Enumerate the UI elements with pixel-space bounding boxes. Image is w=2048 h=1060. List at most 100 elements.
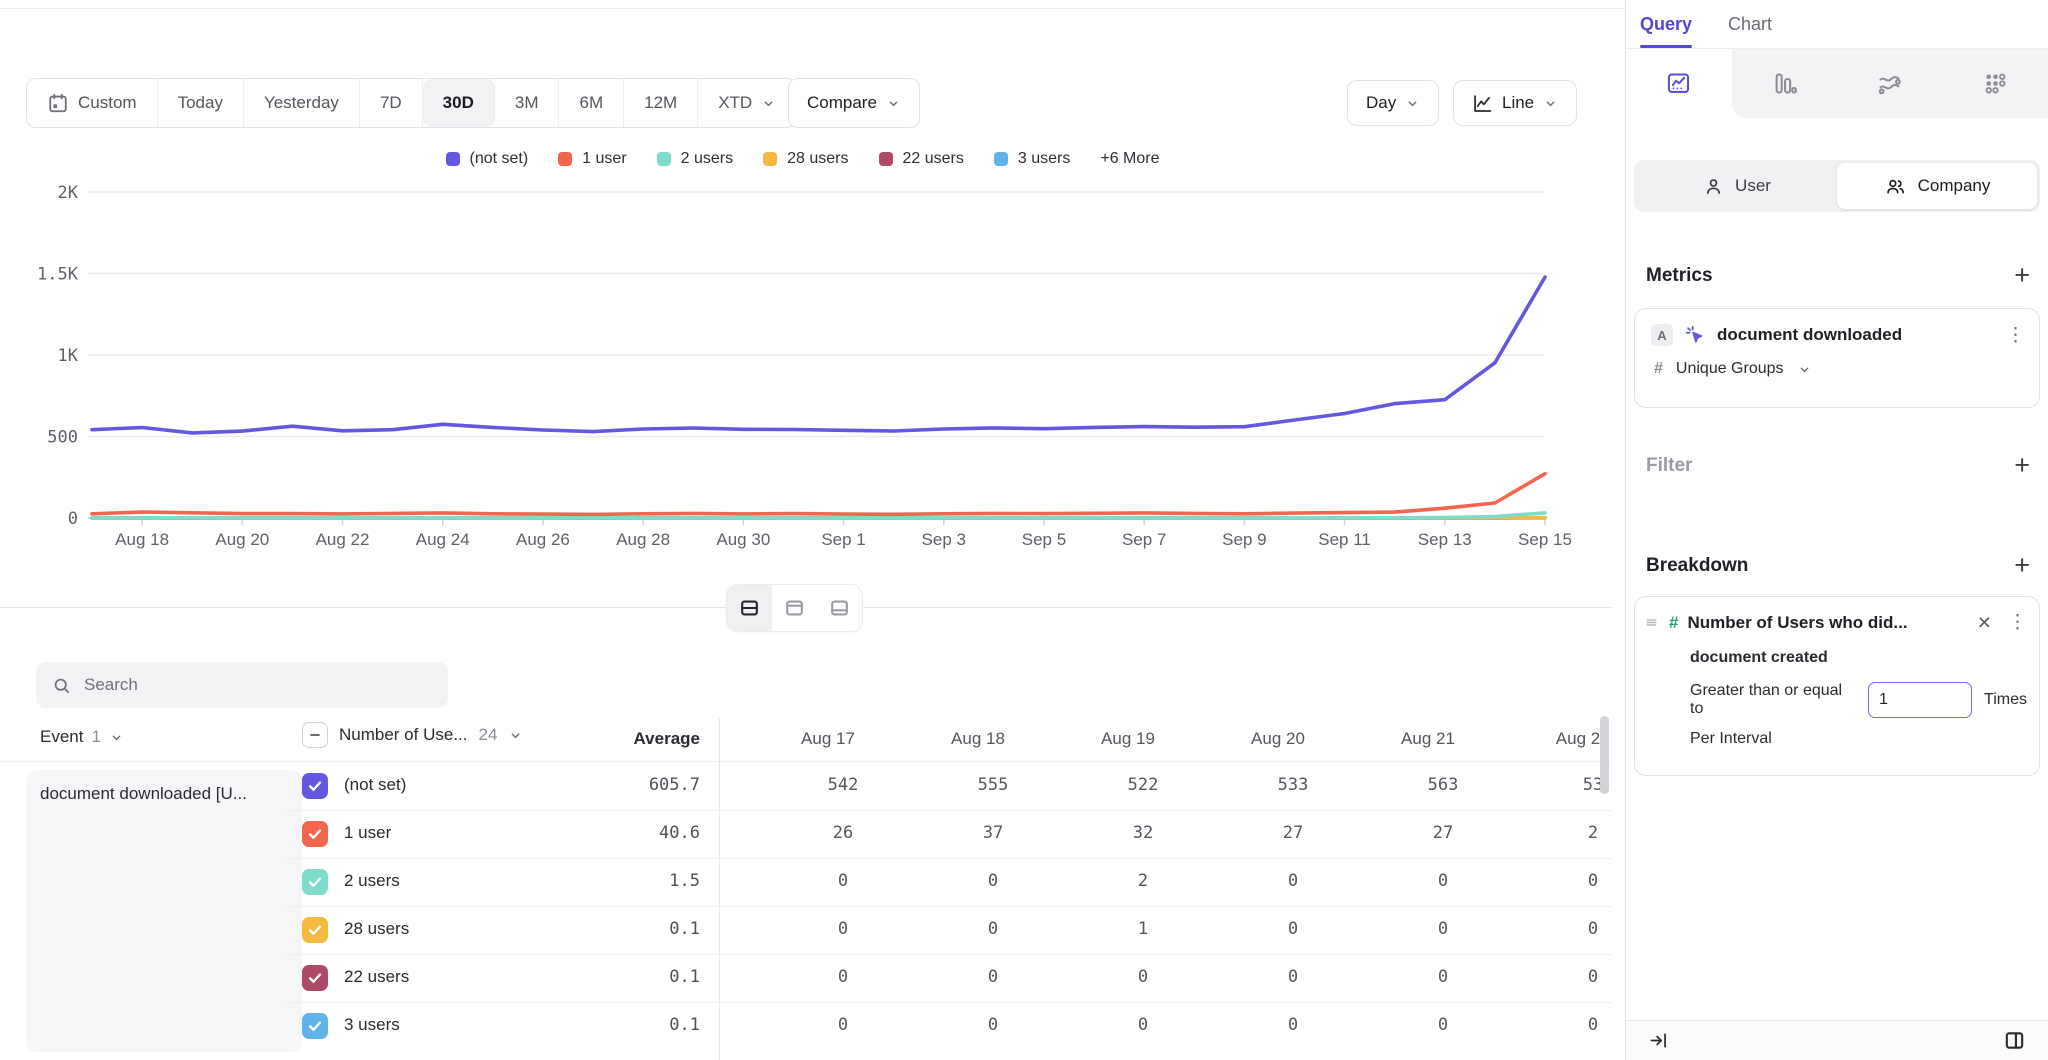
cell-value: 27 bbox=[1218, 823, 1368, 843]
event-column-header[interactable]: Event 1 bbox=[40, 727, 124, 747]
table-row[interactable]: 2 users1.5002000 bbox=[0, 858, 1612, 906]
date-column-header[interactable]: Aug 20 bbox=[1203, 729, 1353, 749]
date-column-header[interactable]: Aug 2 bbox=[1503, 729, 1612, 749]
compare-button[interactable]: Compare bbox=[788, 78, 920, 128]
metric-card[interactable]: A document downloaded ⋮ # Unique Groups bbox=[1634, 308, 2040, 408]
breakdown-condition-row: Greater than or equal to Times bbox=[1643, 682, 2027, 718]
range-button-30d[interactable]: 30D bbox=[423, 79, 495, 127]
company-icon bbox=[1884, 176, 1907, 197]
row-average: 0.1 bbox=[540, 967, 700, 987]
line-chart[interactable]: 2K1.5K1K5000Aug 18Aug 20Aug 22Aug 24Aug … bbox=[30, 183, 1575, 555]
range-button-6m[interactable]: 6M bbox=[559, 79, 624, 127]
breakdown-heading: Breakdown bbox=[1646, 555, 1748, 577]
row-checkbox[interactable] bbox=[302, 821, 328, 847]
range-button-today[interactable]: Today bbox=[158, 79, 244, 127]
range-button-yesterday[interactable]: Yesterday bbox=[244, 79, 360, 127]
legend-item[interactable]: 2 users bbox=[657, 150, 733, 168]
add-breakdown-button[interactable]: + bbox=[2014, 552, 2030, 579]
row-checkbox[interactable] bbox=[302, 869, 328, 895]
view-toggle-group bbox=[726, 584, 863, 632]
measure-dropdown[interactable]: # Unique Groups bbox=[1651, 360, 2025, 378]
cell-value: 0 bbox=[918, 967, 1068, 987]
select-all-checkbox[interactable] bbox=[302, 722, 328, 748]
cell-value: 53 bbox=[1518, 775, 1612, 795]
scatter-chart-tab[interactable] bbox=[1943, 49, 2048, 118]
metric-more-button[interactable]: ⋮ bbox=[2006, 326, 2025, 345]
user-icon bbox=[1703, 176, 1724, 197]
breakdown-title: Number of Users who did... bbox=[1687, 613, 1968, 633]
row-checkbox[interactable] bbox=[302, 773, 328, 799]
date-column-header[interactable]: Aug 19 bbox=[1053, 729, 1203, 749]
split-view-button[interactable] bbox=[727, 585, 772, 631]
date-column-header[interactable]: Aug 21 bbox=[1353, 729, 1503, 749]
range-button-12m[interactable]: 12M bbox=[624, 79, 698, 127]
panel-tab-query[interactable]: Query bbox=[1640, 0, 1692, 48]
scope-user[interactable]: User bbox=[1637, 163, 1837, 209]
legend-label: 2 users bbox=[681, 150, 733, 168]
legend-item[interactable]: 3 users bbox=[994, 150, 1070, 168]
range-label: Custom bbox=[78, 93, 137, 113]
chart-only-view-button[interactable] bbox=[772, 585, 817, 631]
event-click-icon bbox=[1684, 324, 1706, 346]
search-input[interactable] bbox=[84, 675, 414, 695]
cell-value: 32 bbox=[1068, 823, 1218, 843]
scope-company[interactable]: Company bbox=[1837, 163, 2037, 209]
add-metric-button[interactable]: + bbox=[2014, 262, 2030, 289]
split-panel-button[interactable] bbox=[2003, 1029, 2026, 1052]
svg-text:Sep 3: Sep 3 bbox=[922, 530, 966, 549]
range-button-custom[interactable]: Custom bbox=[27, 79, 158, 127]
scatter-chart-icon bbox=[1982, 70, 2009, 97]
table-row[interactable]: 28 users0.1001000 bbox=[0, 906, 1612, 954]
scope-label: Company bbox=[1918, 176, 1991, 196]
svg-text:Aug 22: Aug 22 bbox=[316, 530, 370, 549]
svg-text:Sep 7: Sep 7 bbox=[1122, 530, 1166, 549]
interval-button[interactable]: Day bbox=[1347, 80, 1439, 126]
collapse-panel-button[interactable] bbox=[1648, 1030, 1669, 1051]
svg-text:Sep 15: Sep 15 bbox=[1518, 530, 1572, 549]
range-button-3m[interactable]: 3M bbox=[495, 79, 560, 127]
range-button-xtd[interactable]: XTD bbox=[698, 79, 796, 127]
svg-text:Sep 13: Sep 13 bbox=[1418, 530, 1472, 549]
legend-item[interactable]: 1 user bbox=[558, 150, 626, 168]
table-row[interactable]: 3 users0.1000000 bbox=[0, 1002, 1612, 1050]
range-label: Yesterday bbox=[264, 93, 339, 113]
times-input[interactable] bbox=[1868, 682, 1972, 718]
range-label: 7D bbox=[380, 93, 402, 113]
close-icon[interactable]: × bbox=[1978, 611, 1991, 634]
table-row[interactable]: 1 user40.626373227272 bbox=[0, 810, 1612, 858]
drag-handle-icon[interactable] bbox=[1643, 614, 1660, 631]
row-checkbox[interactable] bbox=[302, 1013, 328, 1039]
table-row[interactable]: 22 users0.1000000 bbox=[0, 954, 1612, 1002]
chevron-down-icon bbox=[109, 730, 124, 745]
row-label: 1 user bbox=[344, 823, 391, 843]
row-checkbox[interactable] bbox=[302, 917, 328, 943]
table-only-view-button[interactable] bbox=[817, 585, 862, 631]
date-column-header[interactable]: Aug 17 bbox=[753, 729, 903, 749]
svg-text:Sep 1: Sep 1 bbox=[821, 530, 865, 549]
metrics-section-header: Metrics + bbox=[1646, 262, 2030, 289]
flow-chart-tab[interactable] bbox=[1837, 49, 1943, 118]
chart-only-view-icon bbox=[783, 597, 806, 619]
line-chart-tab[interactable] bbox=[1626, 49, 1732, 118]
metric-card-row: A document downloaded ⋮ bbox=[1651, 324, 2025, 346]
metrics-heading: Metrics bbox=[1646, 265, 1713, 287]
bar-chart-tab[interactable] bbox=[1732, 49, 1838, 118]
table-scrollbar[interactable] bbox=[1600, 716, 1609, 794]
table-row[interactable]: (not set)605.754255552253356353 bbox=[0, 762, 1612, 810]
average-column-header[interactable]: Average bbox=[540, 729, 700, 749]
breakdown-column-header: Number of Use... 24 bbox=[302, 722, 523, 748]
range-button-7d[interactable]: 7D bbox=[360, 79, 423, 127]
panel-tabs: Query Chart bbox=[1626, 0, 2048, 48]
legend-item[interactable]: 22 users bbox=[879, 150, 964, 168]
add-filter-button[interactable]: + bbox=[2014, 452, 2030, 479]
row-checkbox[interactable] bbox=[302, 965, 328, 991]
legend-item[interactable]: 28 users bbox=[763, 150, 848, 168]
breakdown-event-name[interactable]: document created bbox=[1643, 649, 2027, 667]
chart-type-button[interactable]: Line bbox=[1453, 80, 1577, 126]
legend-more[interactable]: +6 More bbox=[1100, 150, 1159, 168]
cell-value: 0 bbox=[918, 919, 1068, 939]
date-column-header[interactable]: Aug 18 bbox=[903, 729, 1053, 749]
legend-item[interactable]: (not set) bbox=[446, 150, 529, 168]
breakdown-more-button[interactable]: ⋮ bbox=[2008, 613, 2027, 632]
panel-tab-chart[interactable]: Chart bbox=[1728, 0, 1772, 48]
